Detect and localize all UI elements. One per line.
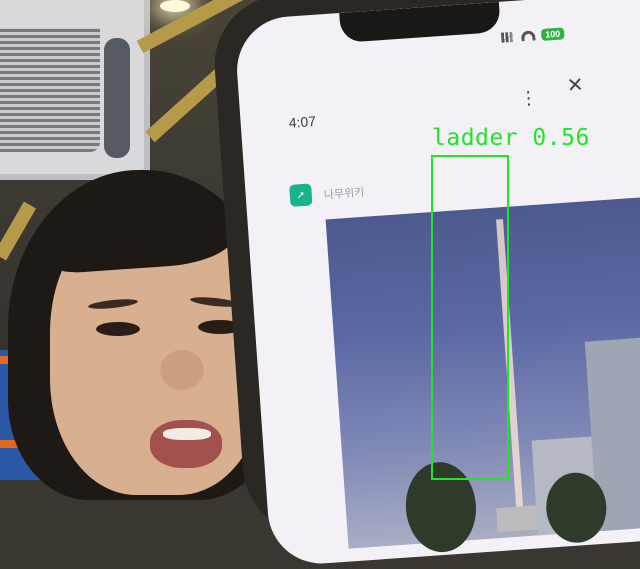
status-icons: 100 [500, 27, 565, 43]
detection-bounding-box [431, 155, 509, 480]
battery-icon: 100 [540, 27, 565, 41]
person-nose [160, 350, 204, 390]
signal-icon [500, 31, 516, 43]
person-teeth [163, 428, 211, 440]
more-icon[interactable]: ⋮ [519, 87, 538, 109]
app-icon[interactable]: ➚ [289, 183, 313, 207]
status-time: 4:07 [288, 112, 317, 131]
smartphone: 4:07 100 ⋮ ✕ ➚ 나무위키 [210, 0, 640, 568]
ceiling-light [160, 0, 190, 12]
ac-grille [0, 28, 100, 152]
phone-notch [339, 1, 501, 43]
wifi-icon [520, 30, 536, 42]
ceiling-air-conditioner [0, 0, 150, 180]
app-title: 나무위키 [323, 186, 365, 202]
detection-label: ladder 0.56 [432, 125, 590, 151]
close-icon[interactable]: ✕ [566, 72, 584, 98]
person-left-eye [96, 322, 140, 336]
ac-vent-slot [104, 38, 130, 158]
